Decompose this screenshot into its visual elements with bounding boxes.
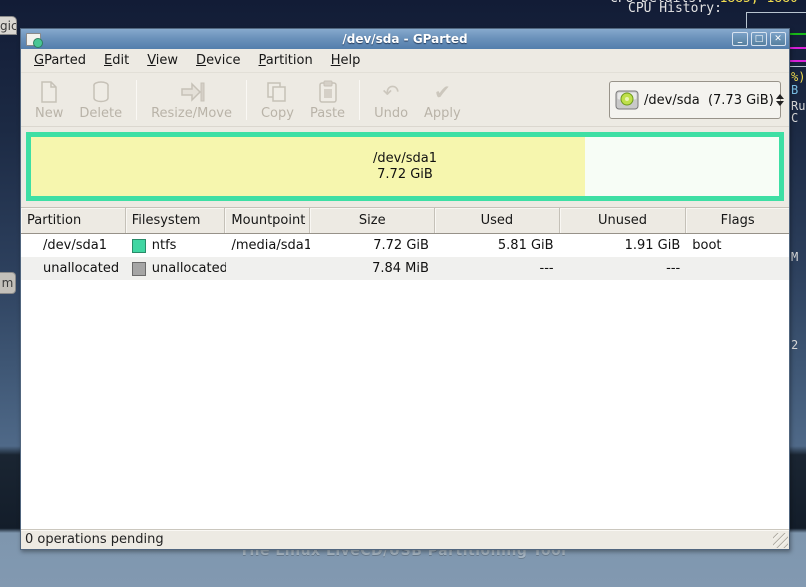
menu-help[interactable]: Help bbox=[322, 50, 370, 71]
cell-used: 5.81 GiB bbox=[435, 234, 560, 257]
apply-button[interactable]: ✔ Apply bbox=[416, 77, 469, 123]
menu-gparted[interactable]: GParted bbox=[25, 50, 95, 71]
titlebar[interactable]: /dev/sda - GParted _ □ ✕ bbox=[21, 29, 789, 49]
graph-trace-magenta-1 bbox=[790, 47, 806, 49]
hard-disk-icon bbox=[615, 90, 639, 110]
device-selector-value: /dev/sda (7.73 GiB) bbox=[644, 93, 774, 108]
toolbar-separator bbox=[359, 80, 360, 120]
delete-button[interactable]: Delete bbox=[71, 77, 130, 123]
table-header: Partition Filesystem Mountpoint Size Use… bbox=[21, 208, 789, 234]
cell-unused: 1.91 GiB bbox=[560, 234, 687, 257]
partition-table: Partition Filesystem Mountpoint Size Use… bbox=[21, 207, 789, 529]
new-button[interactable]: New bbox=[27, 77, 71, 123]
toolbar-separator bbox=[136, 80, 137, 120]
column-header-partition[interactable]: Partition bbox=[21, 208, 126, 233]
column-header-flags[interactable]: Flags bbox=[686, 208, 789, 233]
menu-partition[interactable]: Partition bbox=[250, 50, 322, 71]
toolbar: New Delete Resize/Move Copy bbox=[21, 73, 789, 127]
menu-edit[interactable]: Edit bbox=[95, 50, 138, 71]
delete-label: Delete bbox=[79, 106, 122, 121]
partition-visual-bar[interactable]: /dev/sda1 7.72 GiB bbox=[26, 132, 784, 201]
conky-fragment: M bbox=[791, 250, 798, 264]
partition-bar-name: /dev/sda1 bbox=[31, 150, 779, 166]
resize-move-button[interactable]: Resize/Move bbox=[143, 77, 240, 123]
menu-view[interactable]: View bbox=[138, 50, 187, 71]
cell-flags: boot bbox=[686, 234, 789, 257]
table-row[interactable]: unallocated unallocated 7.84 MiB --- --- bbox=[21, 257, 789, 280]
tab-label: gic bbox=[0, 19, 17, 33]
cell-mountpoint: /media/sda1 bbox=[226, 234, 311, 257]
apply-checkmark-icon: ✔ bbox=[434, 79, 451, 105]
cell-unused: --- bbox=[560, 257, 687, 280]
gparted-window: /dev/sda - GParted _ □ ✕ GParted Edit Vi… bbox=[20, 28, 790, 550]
graph-trace-green bbox=[790, 33, 806, 35]
table-row[interactable]: /dev/sda1 ntfs /media/sda1 7.72 GiB 5.81… bbox=[21, 234, 789, 257]
partition-visual-panel: /dev/sda1 7.72 GiB bbox=[21, 127, 789, 207]
combo-spinner-icon bbox=[774, 94, 786, 106]
column-header-unused[interactable]: Unused bbox=[560, 208, 687, 233]
background-window-tab-gic[interactable]: gic bbox=[0, 16, 17, 35]
pending-operations-text: 0 operations pending bbox=[25, 532, 164, 547]
delete-partition-icon bbox=[90, 79, 112, 105]
maximize-button[interactable]: □ bbox=[751, 32, 767, 46]
undo-label: Undo bbox=[374, 106, 408, 121]
apply-label: Apply bbox=[424, 106, 461, 121]
cell-filesystem: ntfs bbox=[126, 234, 226, 257]
column-header-filesystem[interactable]: Filesystem bbox=[126, 208, 226, 233]
menu-device[interactable]: Device bbox=[187, 50, 249, 71]
statusbar: 0 operations pending bbox=[21, 529, 789, 549]
resize-grip[interactable] bbox=[773, 533, 788, 548]
undo-button[interactable]: ↶ Undo bbox=[366, 77, 416, 123]
filesystem-color-swatch bbox=[132, 239, 146, 253]
toolbar-separator bbox=[246, 80, 247, 120]
copy-icon bbox=[265, 79, 289, 105]
cell-partition: /dev/sda1 bbox=[21, 234, 126, 257]
conky-fragment: B bbox=[791, 83, 798, 97]
window-title: /dev/sda - GParted bbox=[21, 32, 789, 46]
new-partition-icon bbox=[38, 79, 60, 105]
tab-label: m bbox=[2, 276, 14, 290]
minimize-button[interactable]: _ bbox=[732, 32, 748, 46]
filesystem-name: unallocated bbox=[152, 261, 226, 276]
partition-bar-size: 7.72 GiB bbox=[31, 167, 779, 183]
column-header-used[interactable]: Used bbox=[435, 208, 560, 233]
device-selector[interactable]: /dev/sda (7.73 GiB) bbox=[609, 81, 781, 119]
paste-icon bbox=[317, 79, 339, 105]
conky-fragment: 2 bbox=[791, 338, 798, 352]
conky-fragment: %) bbox=[791, 70, 805, 84]
column-header-size[interactable]: Size bbox=[310, 208, 435, 233]
cell-size: 7.84 MiB bbox=[310, 257, 435, 280]
cell-used: --- bbox=[435, 257, 560, 280]
new-label: New bbox=[35, 106, 63, 121]
undo-icon: ↶ bbox=[383, 79, 400, 105]
desktop: CPU Details: 1885, 1880 CPU History: %) … bbox=[0, 0, 806, 587]
cell-size: 7.72 GiB bbox=[310, 234, 435, 257]
resize-move-label: Resize/Move bbox=[151, 106, 232, 121]
conky-cpu-history-label: CPU History: bbox=[628, 1, 722, 16]
paste-label: Paste bbox=[310, 106, 345, 121]
background-window-tab-m[interactable]: m bbox=[0, 272, 16, 294]
cell-filesystem: unallocated bbox=[126, 257, 226, 280]
conky-fragment: C bbox=[791, 111, 798, 125]
column-header-mountpoint[interactable]: Mountpoint bbox=[225, 208, 310, 233]
close-button[interactable]: ✕ bbox=[770, 32, 786, 46]
filesystem-color-swatch bbox=[132, 262, 146, 276]
cell-mountpoint bbox=[226, 257, 311, 280]
cell-partition: unallocated bbox=[21, 257, 126, 280]
cell-flags bbox=[686, 257, 789, 280]
resize-move-icon bbox=[179, 79, 205, 105]
copy-button[interactable]: Copy bbox=[253, 77, 302, 123]
copy-label: Copy bbox=[261, 106, 294, 121]
filesystem-name: ntfs bbox=[152, 238, 177, 253]
paste-button[interactable]: Paste bbox=[302, 77, 353, 123]
graph-trace-magenta-2 bbox=[790, 60, 806, 62]
partition-bar-label: /dev/sda1 7.72 GiB bbox=[31, 150, 779, 183]
menubar: GParted Edit View Device Partition Help bbox=[21, 49, 789, 73]
